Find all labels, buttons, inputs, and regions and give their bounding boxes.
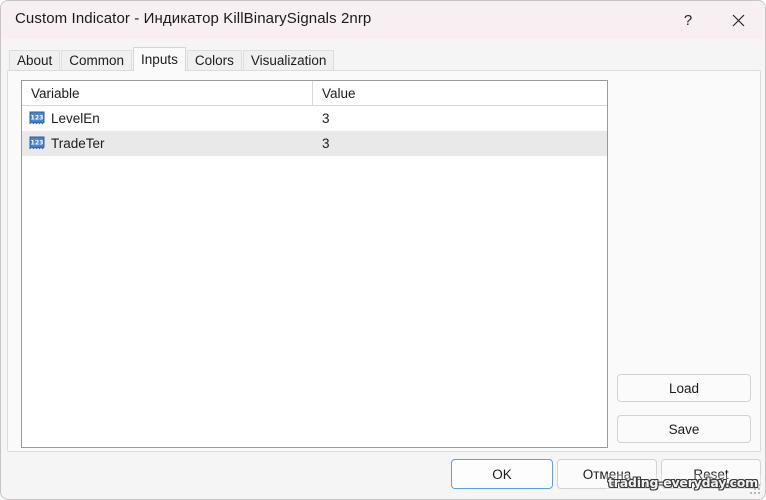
cell-variable: 123 TradeTer	[22, 131, 313, 156]
ok-button[interactable]: OK	[451, 459, 553, 489]
inputs-panel: Variable Value 123 LevelEn 3 123 TradeTe…	[7, 70, 761, 452]
tab-strip: About Common Inputs Colors Visualization	[9, 47, 335, 71]
integer-123-icon: 123	[29, 136, 45, 151]
integer-123-icon: 123	[29, 111, 45, 126]
variable-name: TradeTer	[51, 136, 105, 151]
cell-value[interactable]: 3	[313, 131, 607, 156]
close-icon	[732, 14, 745, 27]
cell-value[interactable]: 3	[313, 106, 607, 131]
tab-about[interactable]: About	[9, 50, 61, 71]
inputs-table[interactable]: Variable Value 123 LevelEn 3 123 TradeTe…	[21, 80, 608, 448]
variable-name: LevelEn	[51, 111, 100, 126]
help-button[interactable]: ?	[665, 1, 711, 39]
cell-variable: 123 LevelEn	[22, 106, 313, 131]
table-row[interactable]: 123 TradeTer 3	[22, 131, 607, 156]
tab-label: Visualization	[250, 53, 327, 69]
tab-label: About	[17, 53, 53, 69]
table-row[interactable]: 123 LevelEn 3	[22, 106, 607, 131]
column-header-value[interactable]: Value	[313, 81, 607, 105]
watermark: trading-everyday.com	[604, 474, 761, 491]
column-header-variable[interactable]: Variable	[22, 81, 313, 105]
question-mark-icon: ?	[683, 11, 693, 29]
tab-colors[interactable]: Colors	[186, 50, 242, 71]
svg-text:123: 123	[31, 115, 44, 122]
svg-text:123: 123	[31, 140, 44, 147]
tab-label: Common	[69, 53, 125, 69]
tab-label: Colors	[194, 53, 234, 69]
tab-label: Inputs	[141, 51, 178, 67]
custom-indicator-dialog: Custom Indicator - Индикатор KillBinaryS…	[0, 0, 766, 500]
close-button[interactable]	[715, 1, 761, 39]
save-button[interactable]: Save	[617, 415, 751, 443]
window-title: Custom Indicator - Индикатор KillBinaryS…	[15, 10, 372, 27]
table-header-row: Variable Value	[22, 81, 607, 106]
tab-common[interactable]: Common	[61, 50, 133, 71]
load-button[interactable]: Load	[617, 374, 751, 402]
title-bar: Custom Indicator - Индикатор KillBinaryS…	[1, 1, 765, 39]
tab-visualization[interactable]: Visualization	[242, 50, 335, 71]
tab-inputs[interactable]: Inputs	[133, 47, 186, 71]
resize-grip[interactable]	[750, 484, 762, 496]
